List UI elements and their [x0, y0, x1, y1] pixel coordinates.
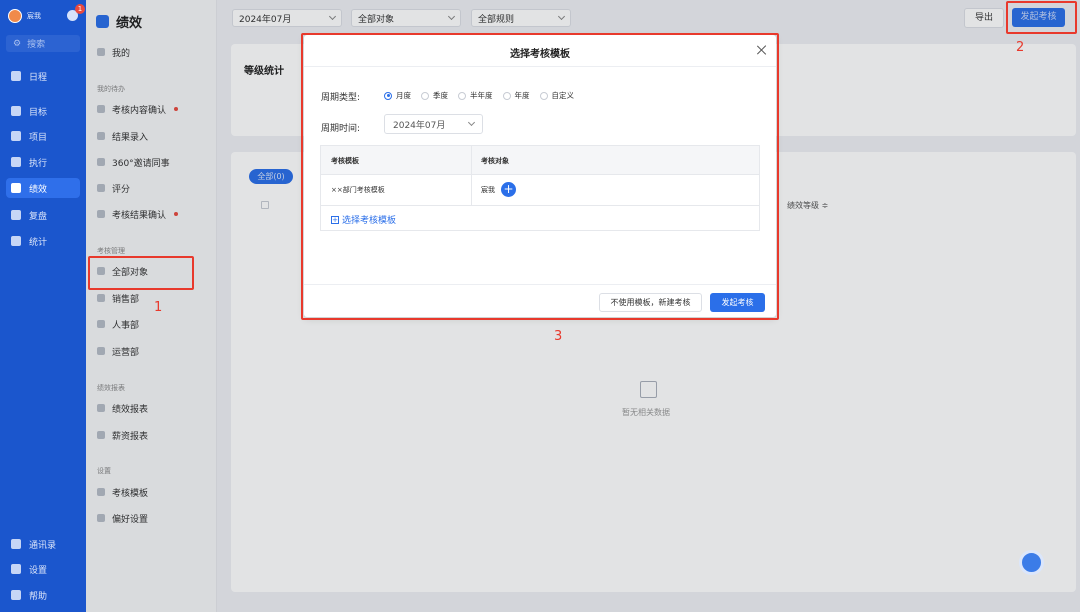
rail-label: 帮助	[29, 591, 48, 602]
rail-item-contacts[interactable]: 通讯录	[6, 534, 80, 554]
review-icon	[11, 210, 21, 220]
rail-label: 设置	[29, 565, 48, 576]
rail-label: 统计	[29, 237, 48, 248]
left-rail: 宸我 1 ⚙ 搜索 日程 目标 项目 执行 绩效 复盘 统计 通讯录 设置 帮助	[0, 0, 86, 612]
user-profile[interactable]: 宸我	[8, 9, 41, 23]
list-icon	[11, 157, 21, 167]
annotation-label-3: 3	[554, 329, 563, 344]
user-name: 宸我	[27, 12, 41, 20]
avatar[interactable]	[8, 9, 22, 23]
annotation-box-2	[1006, 1, 1077, 34]
rail-item-review[interactable]: 复盘	[6, 205, 80, 225]
target-icon	[11, 106, 21, 116]
cube-icon	[11, 131, 21, 141]
annotation-box-1	[88, 256, 194, 290]
rail-item-schedule[interactable]: 日程	[6, 66, 80, 86]
rail-label: 目标	[29, 107, 48, 118]
rail-search[interactable]: ⚙ 搜索	[6, 35, 80, 52]
pie-icon	[11, 236, 21, 246]
rail-label: 项目	[29, 132, 48, 143]
rail-item-stats[interactable]: 统计	[6, 231, 80, 251]
annotation-label-2: 2	[1016, 40, 1025, 55]
help-icon	[11, 590, 21, 600]
rail-label: 通讯录	[29, 540, 57, 551]
rail-item-goal[interactable]: 目标	[6, 101, 80, 121]
annotation-box-3	[301, 33, 779, 320]
rail-item-settings[interactable]: 设置	[6, 559, 80, 579]
rail-item-performance[interactable]: 绩效	[6, 178, 80, 198]
gear-icon	[11, 564, 21, 574]
rail-item-help[interactable]: 帮助	[6, 585, 80, 605]
annotation-label-1: 1	[154, 300, 163, 315]
rail-label: 执行	[29, 158, 48, 169]
search-placeholder: 搜索	[27, 40, 46, 50]
rail-label: 绩效	[29, 184, 48, 195]
rail-label: 复盘	[29, 211, 48, 222]
assistant-bulb-icon[interactable]	[1019, 550, 1044, 575]
notification-badge: 1	[75, 4, 85, 14]
rail-label: 日程	[29, 72, 48, 83]
chart-icon	[11, 183, 21, 193]
search-icon: ⚙	[13, 38, 22, 49]
calendar-icon	[11, 71, 21, 81]
contacts-icon	[11, 539, 21, 549]
rail-item-execute[interactable]: 执行	[6, 152, 80, 172]
rail-item-project[interactable]: 项目	[6, 126, 80, 146]
